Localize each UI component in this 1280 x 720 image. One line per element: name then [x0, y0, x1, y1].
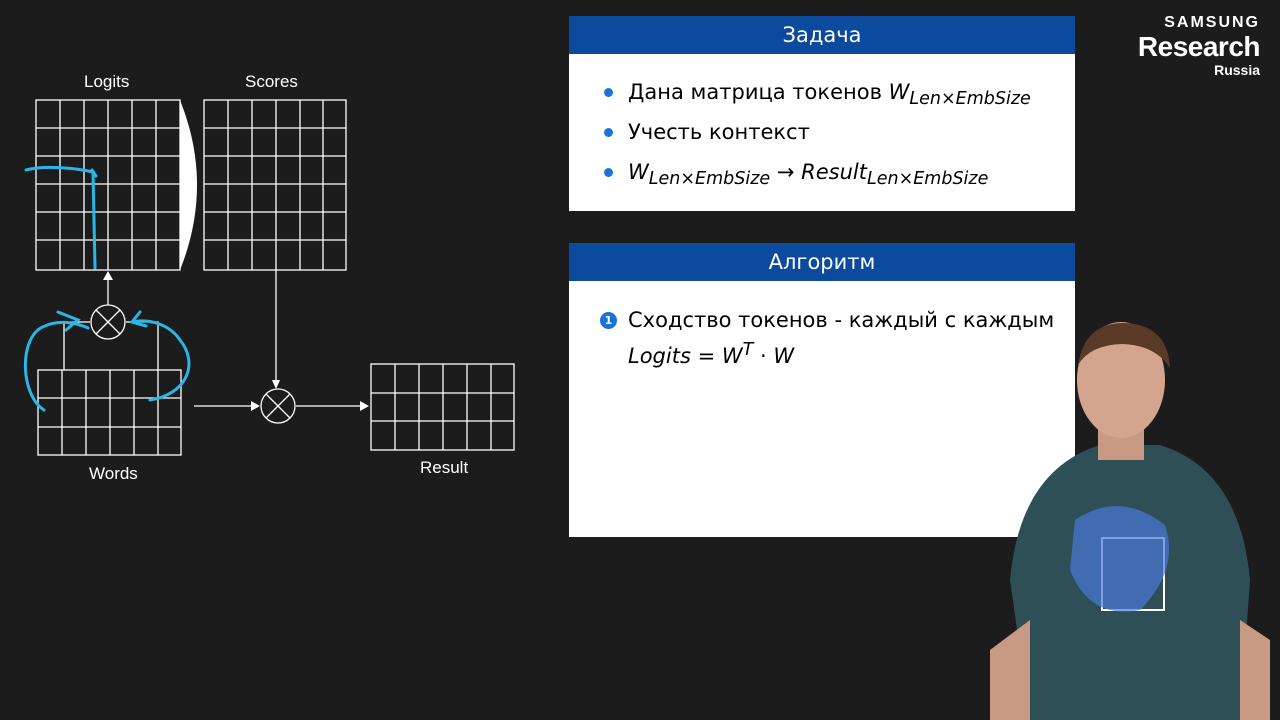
words-grid — [37, 369, 182, 456]
samsung-research-logo: SAMSUNG Research Russia — [1137, 14, 1261, 78]
presenter-video — [990, 322, 1270, 720]
list-item: Дана матрица токенов WLen×EmbSize — [569, 72, 1075, 112]
multiply-node-top — [90, 304, 126, 340]
result-label: Result — [420, 458, 469, 477]
task-block: Задача Дана матрица токенов WLen×EmbSize… — [569, 16, 1075, 211]
list-item: WLen×EmbSize → ResultLen×EmbSize — [569, 152, 1075, 192]
task-block-title: Задача — [569, 16, 1075, 54]
bullet-icon — [604, 168, 613, 177]
logits-grid — [35, 99, 181, 271]
result-grid — [370, 363, 515, 451]
logits-label: Logits — [84, 72, 130, 91]
scores-grid — [203, 99, 347, 271]
bullet-icon — [604, 128, 613, 137]
attention-diagram: Logits Scores Words Result — [0, 0, 560, 520]
softmax-shape — [180, 100, 197, 270]
hand-annotation — [23, 165, 191, 412]
bullet-icon — [604, 88, 613, 97]
task-list: Дана матрица токенов WLen×EmbSize Учесть… — [569, 54, 1075, 192]
words-label: Words — [89, 464, 138, 483]
list-item: Учесть контекст — [569, 112, 1075, 152]
algorithm-block-title: Алгоритм — [569, 243, 1075, 281]
multiply-node-bottom — [260, 388, 296, 424]
scores-label: Scores — [245, 72, 298, 91]
step-number-badge: 1 — [600, 312, 617, 329]
